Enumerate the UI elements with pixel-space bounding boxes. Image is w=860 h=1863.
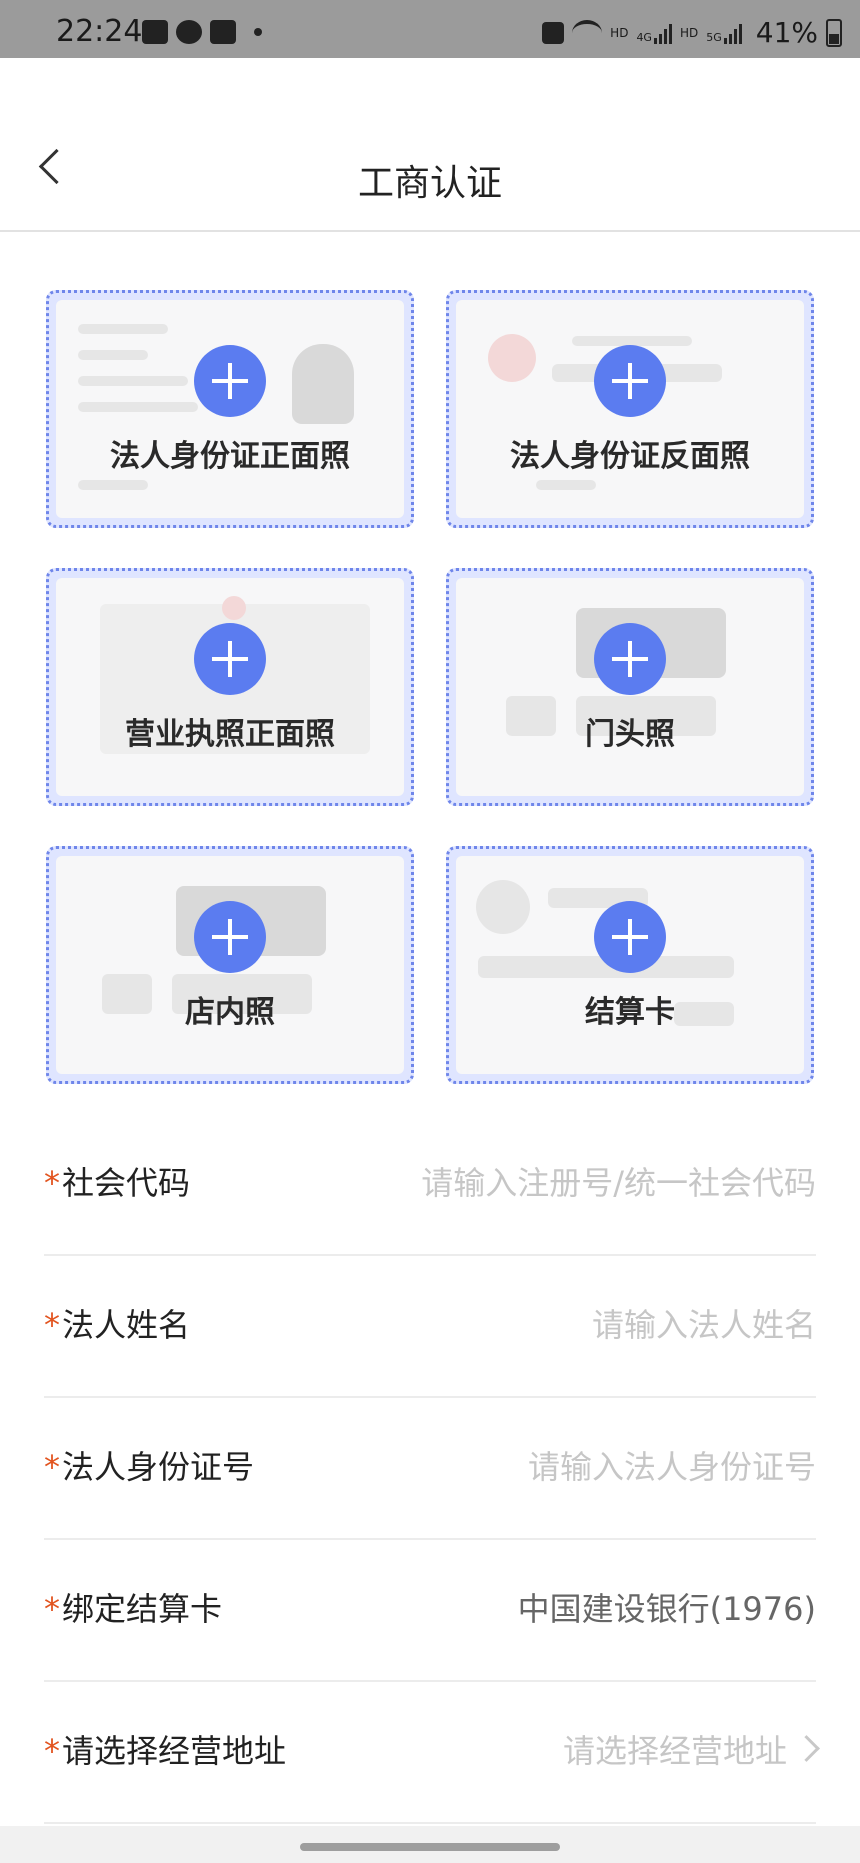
upload-card-business-license[interactable]: 营业执照正面照 (46, 568, 414, 806)
social-code-input[interactable]: 请输入注册号/统一社会代码 (421, 1158, 816, 1204)
required-mark: * (44, 1732, 60, 1770)
required-mark: * (44, 1590, 60, 1628)
5g-signal-icon: 5G (706, 22, 742, 44)
plus-icon[interactable] (594, 623, 666, 695)
calendar-21-icon (210, 20, 236, 44)
card-label: 法人身份证正面照 (110, 439, 350, 474)
status-time: 22:24 (56, 14, 143, 49)
chevron-right-icon (793, 1735, 820, 1762)
plus-icon[interactable] (194, 623, 266, 695)
settlement-card-value[interactable]: 中国建设银行(1976) (518, 1584, 816, 1630)
data-transfer-icon (542, 21, 565, 44)
4g-signal-icon: 4G (636, 22, 672, 44)
upload-card-in-store[interactable]: 店内照 (46, 846, 414, 1084)
upload-grid: 法人身份证正面照 法人身份证反面照 营业执照正面照 门头照 店内照 结算卡 (46, 290, 816, 1084)
plus-icon[interactable] (594, 901, 666, 973)
card-label: 结算卡 (585, 995, 675, 1030)
page-title: 工商认证 (357, 163, 502, 204)
home-indicator[interactable] (300, 1843, 560, 1851)
upload-card-storefront[interactable]: 门头照 (446, 568, 814, 806)
legal-name-input[interactable]: 请输入法人姓名 (592, 1300, 816, 1346)
business-address-select[interactable]: 请选择经营地址 (563, 1726, 820, 1772)
navigation-bar: 工商认证 (0, 58, 860, 232)
card-label: 店内照 (185, 995, 275, 1030)
certification-form: *社会代码 请输入注册号/统一社会代码 *法人姓名 请输入法人姓名 *法人身份证… (44, 1114, 820, 1824)
field-label: *社会代码 (44, 1164, 191, 1202)
card-label: 法人身份证反面照 (510, 439, 750, 474)
plus-icon[interactable] (194, 901, 266, 973)
card-label: 门头照 (585, 717, 675, 752)
form-row-legal-id[interactable]: *法人身份证号 请输入法人身份证号 (44, 1398, 816, 1540)
image-icon (142, 20, 168, 44)
form-row-legal-name[interactable]: *法人姓名 请输入法人姓名 (44, 1256, 816, 1398)
field-label: *法人身份证号 (44, 1448, 255, 1486)
battery-icon (826, 18, 842, 47)
dot-icon (254, 28, 262, 36)
legal-id-input[interactable]: 请输入法人身份证号 (528, 1442, 816, 1488)
field-label: *请选择经营地址 (44, 1732, 287, 1770)
upload-card-id-back[interactable]: 法人身份证反面照 (446, 290, 814, 528)
hd-icon: HD (610, 25, 629, 40)
upload-card-id-front[interactable]: 法人身份证正面照 (46, 290, 414, 528)
required-mark: * (44, 1306, 60, 1344)
card-label: 营业执照正面照 (125, 717, 335, 752)
required-mark: * (44, 1164, 60, 1202)
form-row-social-code[interactable]: *社会代码 请输入注册号/统一社会代码 (44, 1114, 816, 1256)
plus-icon[interactable] (594, 345, 666, 417)
battery-text: 41% (755, 16, 818, 49)
status-bar: 22:24 HD 4G HD 5G 41% (0, 0, 860, 58)
plus-icon[interactable] (194, 345, 266, 417)
form-row-settlement-card[interactable]: *绑定结算卡 中国建设银行(1976) (44, 1540, 816, 1682)
required-mark: * (44, 1448, 60, 1486)
field-label: *绑定结算卡 (44, 1590, 223, 1628)
field-label: *法人姓名 (44, 1306, 191, 1344)
hd-icon: HD (679, 25, 699, 40)
form-row-business-address[interactable]: *请选择经营地址 请选择经营地址 (44, 1682, 820, 1824)
wifi-icon (572, 19, 603, 46)
upload-card-settlement-card[interactable]: 结算卡 (446, 846, 814, 1084)
chat-icon (176, 20, 202, 44)
